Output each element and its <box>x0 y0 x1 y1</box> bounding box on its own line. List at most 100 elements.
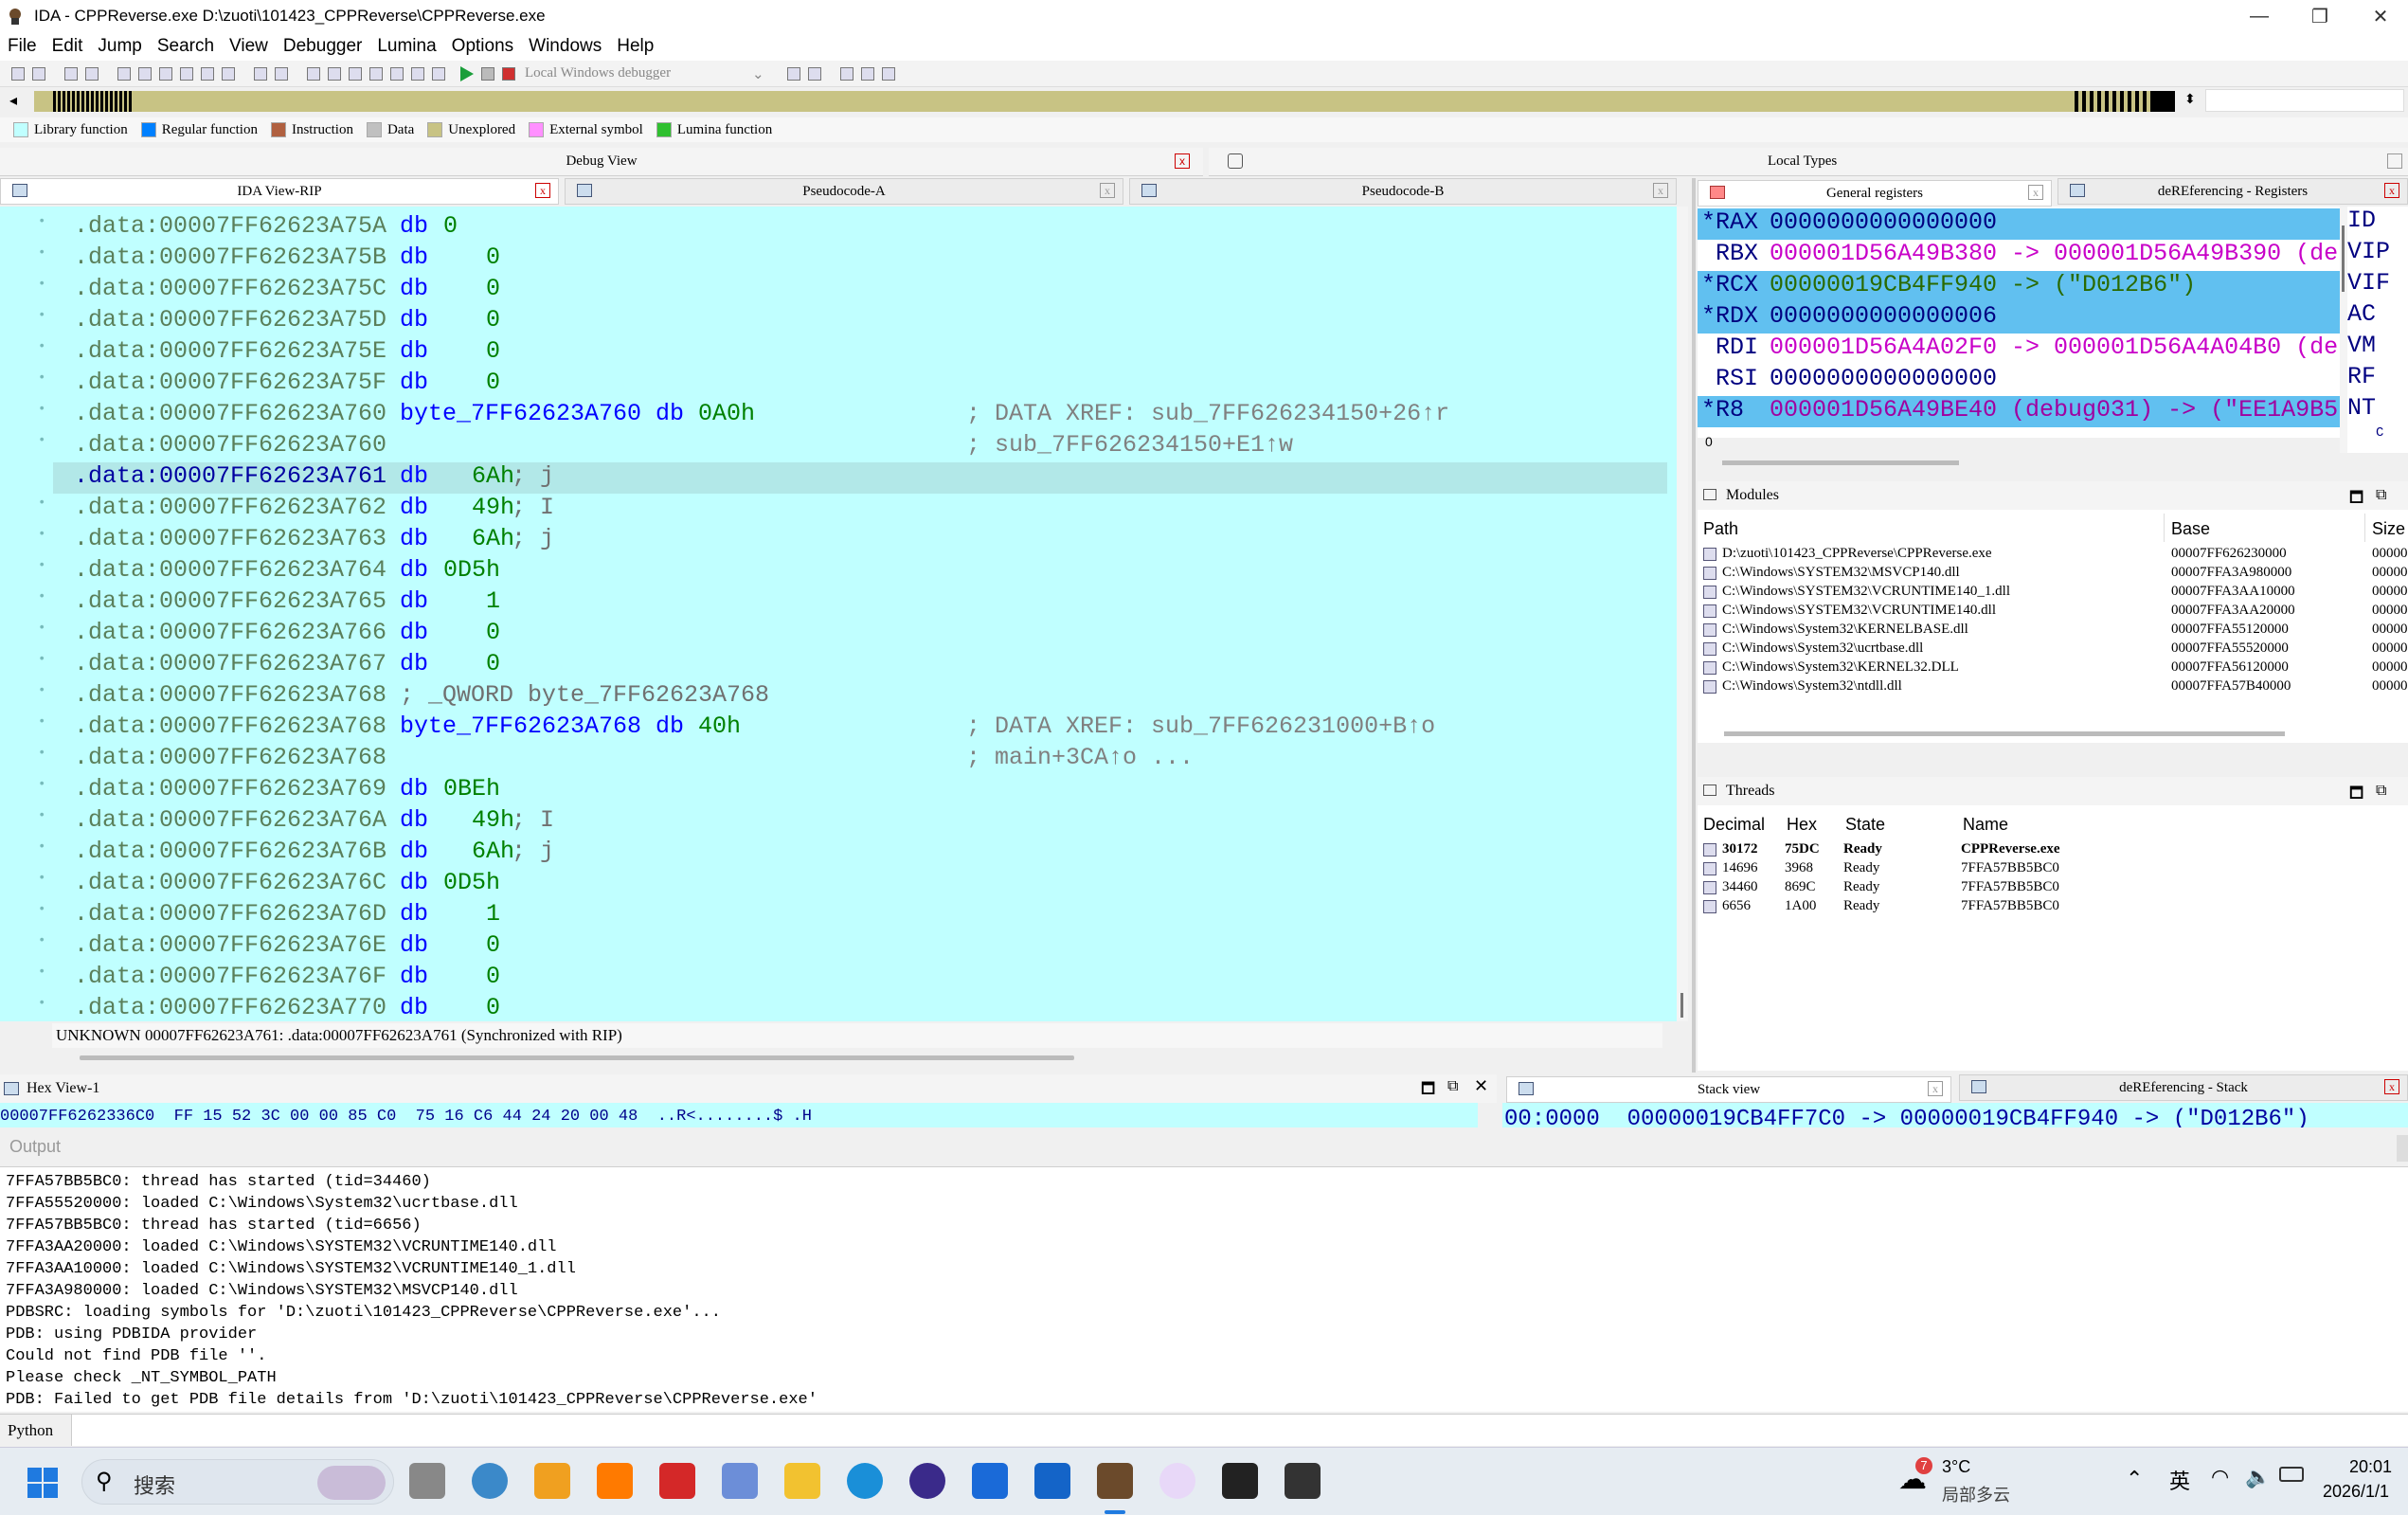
register-row[interactable]: *RDX 0000000000000006 <box>1698 302 2340 334</box>
disasm-line[interactable]: .data:00007FF62623A761 db 6Ah; j <box>53 462 1667 494</box>
nav-combo[interactable] <box>2205 89 2404 112</box>
save-icon[interactable] <box>32 66 45 81</box>
tab-general-registers[interactable]: General registers x <box>1698 180 2052 207</box>
modules-float-icon[interactable]: ⧉ <box>2376 487 2386 504</box>
disasm-line[interactable]: • .data:00007FF62623A767 db 0 <box>0 650 1667 681</box>
debug-view-close-icon[interactable]: x <box>1175 153 1190 169</box>
task-view-icon[interactable] <box>409 1463 445 1499</box>
wifi-icon[interactable]: ◠ <box>2211 1465 2229 1489</box>
modules-hscrollbar[interactable] <box>1724 731 2285 736</box>
disasm-line[interactable]: • .data:00007FF62623A76B db 6Ah; j <box>0 838 1667 869</box>
nav-left-arrow-icon[interactable]: ◂ <box>9 91 17 110</box>
close-icon[interactable]: x <box>1653 183 1668 198</box>
file-explorer-icon[interactable] <box>784 1463 820 1499</box>
module-row[interactable]: C:\Windows\SYSTEM32\VCRUNTIME140.dll 0000… <box>1698 603 2408 622</box>
close-icon[interactable]: x <box>2384 183 2399 198</box>
modules-header-base[interactable]: Base <box>2171 519 2210 539</box>
list-icon[interactable] <box>860 66 874 81</box>
column-divider[interactable] <box>2164 514 2165 542</box>
red-diamond-icon[interactable] <box>432 66 445 81</box>
maximize-button[interactable]: ❐ <box>2292 0 2347 32</box>
disasm-line[interactable]: • .data:00007FF62623A768 ; _QWORD byte_7FF… <box>0 681 1667 712</box>
chevron-down-icon[interactable]: ⌄ <box>752 65 764 82</box>
layout-icon[interactable] <box>839 66 854 81</box>
disassembly-hscrollbar[interactable] <box>80 1055 1074 1060</box>
disasm-line[interactable]: • .data:00007FF62623A764 db 0D5h <box>0 556 1667 587</box>
threads-maximize-icon[interactable]: 🗖 <box>2349 783 2363 808</box>
play-icon[interactable] <box>460 65 474 81</box>
register-row[interactable]: *R8 000001D56A49BE40 (debug031) -> ("EE1A… <box>1698 396 2340 427</box>
menu-jump[interactable]: Jump <box>90 36 149 57</box>
threads-header-state[interactable]: State <box>1845 815 1885 835</box>
output-scroll-indicator[interactable] <box>2397 1135 2408 1162</box>
register-value[interactable]: 0000000000000006 <box>1770 302 1997 330</box>
disasm-line[interactable]: • .data:00007FF62623A760 byte_7FF62623A760… <box>0 400 1667 431</box>
game-app-icon[interactable] <box>1159 1463 1195 1499</box>
thread-row[interactable]: 14696 3968 Ready 7FFA57BB5BC0 <box>1698 860 2408 879</box>
outlook-icon[interactable] <box>1034 1463 1070 1499</box>
module-row[interactable]: C:\Windows\SYSTEM32\MSVCP140.dll 00007FFA… <box>1698 565 2408 584</box>
registers-scrollbar[interactable] <box>2340 207 2347 453</box>
tab-ida-view-rip[interactable]: IDA View-RIP x <box>0 178 559 205</box>
hex-line[interactable]: 00007FF6262336C0 FF 15 52 3C 00 00 85 C0… <box>0 1103 1478 1127</box>
disasm-line[interactable]: • .data:00007FF62623A75E db 0 <box>0 337 1667 369</box>
stop-icon[interactable] <box>502 66 515 81</box>
disasm-line[interactable]: • .data:00007FF62623A75F db 0 <box>0 369 1667 400</box>
register-value[interactable]: 000001D56A4A02F0 -> 000001D56A4A04B0 (de <box>1770 334 2338 361</box>
disasm-line[interactable]: • .data:00007FF62623A768 byte_7FF62623A768… <box>0 712 1667 744</box>
disasm-line[interactable]: • .data:00007FF62623A768 ; main+3CA↑o ... <box>0 744 1667 775</box>
disasm-line[interactable]: • .data:00007FF62623A76A db 49h; I <box>0 806 1667 838</box>
indent-icon[interactable] <box>881 66 895 81</box>
stack-view[interactable]: 00:0000 00000019CB4FF7C0 -> 00000019CB4F… <box>1502 1103 2408 1127</box>
registers-hscrollbar[interactable] <box>1722 460 1959 465</box>
browser-icon[interactable] <box>972 1463 1008 1499</box>
module-row[interactable]: C:\Windows\System32\ucrtbase.dll 00007FFA… <box>1698 640 2408 659</box>
dreamweaver-icon[interactable] <box>597 1463 633 1499</box>
terminal-icon[interactable] <box>1285 1463 1321 1499</box>
register-row[interactable]: *RAX 0000000000000000 <box>1698 208 2340 240</box>
clock-date[interactable]: 2026/1/1 <box>2323 1482 2389 1502</box>
python-button[interactable]: Python <box>0 1415 72 1446</box>
step-into-icon[interactable] <box>786 66 800 81</box>
circle-app-icon[interactable] <box>909 1463 945 1499</box>
disasm-line[interactable]: • .data:00007FF62623A763 db 6Ah; j <box>0 525 1667 556</box>
close-icon[interactable]: x <box>1100 183 1115 198</box>
binary-search-icon[interactable] <box>180 66 193 81</box>
thread-row[interactable]: 6656 1A00 Ready 7FFA57BB5BC0 <box>1698 898 2408 917</box>
register-row[interactable]: RSI 0000000000000000 <box>1698 365 2340 396</box>
ida-taskbar-icon[interactable] <box>1097 1463 1133 1499</box>
close-button[interactable]: ✕ <box>2353 0 2408 32</box>
tab-stack-view[interactable]: Stack view x <box>1506 1076 1951 1103</box>
threads-header-hex[interactable]: Hex <box>1787 815 1817 835</box>
register-value[interactable]: 0000000000000000 <box>1770 208 1997 236</box>
modules-maximize-icon[interactable]: 🗖 <box>2349 487 2363 513</box>
breakpoint-icon[interactable] <box>411 66 424 81</box>
disasm-line[interactable]: • .data:00007FF62623A75D db 0 <box>0 306 1667 337</box>
threads-header-decimal[interactable]: Decimal <box>1703 815 1765 835</box>
disasm-line[interactable]: • .data:00007FF62623A770 db 0 <box>0 994 1667 1021</box>
disasm-line[interactable]: • .data:00007FF62623A760 ; sub_7FF62623415… <box>0 431 1667 462</box>
disasm-xref[interactable]: ; main+3CA↑o ... <box>966 744 1194 771</box>
hex-close-icon[interactable]: ✕ <box>1474 1076 1488 1096</box>
disasm-line[interactable]: • .data:00007FF62623A769 db 0BEh <box>0 775 1667 806</box>
disasm-line[interactable]: • .data:00007FF62623A75B db 0 <box>0 243 1667 275</box>
disassembly-view[interactable]: • .data:00007FF62623A75A db 0 • .data:00007FF… <box>0 207 1677 1021</box>
output-log[interactable]: 7FFA57BB5BC0: thread has started (tid=34… <box>0 1167 2408 1412</box>
register-value[interactable]: 000001D56A49BE40 (debug031) -> ("EE1A9B5 <box>1770 396 2338 424</box>
copilot-icon[interactable] <box>722 1463 758 1499</box>
ime-indicator[interactable]: 英 <box>2169 1465 2190 1495</box>
open-icon[interactable] <box>11 66 25 81</box>
close-icon[interactable]: x <box>2028 185 2043 200</box>
hex-float-icon[interactable]: ⧉ <box>1447 1078 1458 1095</box>
local-types-close-icon[interactable] <box>2387 153 2402 169</box>
disasm-line[interactable]: • .data:00007FF62623A765 db 1 <box>0 587 1667 619</box>
data-icon[interactable] <box>328 66 341 81</box>
register-value[interactable]: 00000019CB4FF940 -> ("D012B6") <box>1770 271 2196 298</box>
module-row[interactable]: D:\zuoti\101423_CPPReverse\CPPReverse.ex… <box>1698 546 2408 565</box>
step-over-icon[interactable] <box>807 66 821 81</box>
disasm-line[interactable]: • .data:00007FF62623A762 db 49h; I <box>0 494 1667 525</box>
close-icon[interactable]: x <box>2384 1079 2399 1094</box>
battery-icon[interactable] <box>2279 1467 2304 1482</box>
menu-lumina[interactable]: Lumina <box>369 36 443 57</box>
register-row[interactable]: RBX 000001D56A49B380 -> 000001D56A49B390 … <box>1698 240 2340 271</box>
